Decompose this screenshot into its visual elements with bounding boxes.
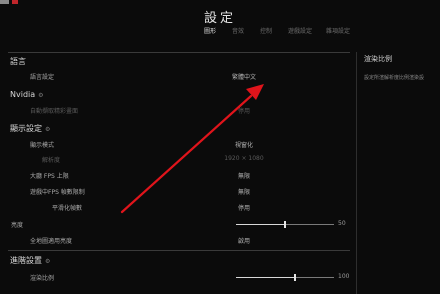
section-display: 顯示設定 ⚙	[10, 123, 50, 134]
row-label: 自動擷取精彩畫面	[30, 108, 79, 115]
section-divider	[8, 250, 350, 251]
smoothing-value[interactable]: 停用	[194, 203, 294, 212]
row-display-mode[interactable]: 顯示模式 視窗化	[8, 137, 350, 153]
row-label: 全地圖適用亮度	[30, 238, 73, 245]
render-scale-slider[interactable]	[236, 274, 334, 281]
tab-game-settings[interactable]: 遊戲設定	[288, 26, 312, 35]
brightness-value: 50	[338, 220, 346, 227]
corner-mark-red	[12, 0, 18, 4]
top-divider	[8, 52, 350, 53]
ingame-fps-value[interactable]: 無限	[194, 187, 294, 196]
tab-audio[interactable]: 音效	[232, 26, 244, 35]
language-value[interactable]: 繁體中文	[194, 72, 294, 81]
row-nvidia-highlights[interactable]: 自動擷取精彩畫面 停用	[8, 103, 350, 119]
tab-controls[interactable]: 控制	[260, 26, 272, 35]
section-nvidia: Nvidia ⚙	[10, 90, 44, 99]
panel-divider	[356, 52, 357, 294]
row-lobby-fps[interactable]: 大廳 FPS 上限 無限	[8, 168, 350, 184]
page-title: 設定	[203, 11, 236, 26]
info-icon[interactable]: ⚙	[45, 258, 50, 265]
section-advanced: 進階設置 ⚙	[10, 255, 50, 266]
row-label: 大廳 FPS 上限	[30, 173, 69, 180]
slider-fill	[236, 277, 295, 278]
info-icon[interactable]: ⚙	[38, 92, 43, 99]
row-label: 平滑化幀數	[52, 205, 83, 212]
row-label: 亮度	[11, 222, 24, 229]
row-resolution[interactable]: 解析度 1920 × 1080	[8, 152, 350, 168]
render-scale-value: 100	[338, 273, 350, 280]
row-label: 渲染比例	[30, 275, 55, 282]
row-map-brightness[interactable]: 全地圖適用亮度 啟用	[8, 233, 350, 249]
info-icon[interactable]: ⚙	[45, 126, 50, 133]
slider-thumb[interactable]	[284, 221, 286, 228]
slider-thumb[interactable]	[293, 274, 296, 281]
map-brightness-value[interactable]: 啟用	[194, 236, 294, 245]
info-panel-description: 設定所渲解析度比例渲染設	[364, 75, 425, 81]
row-ingame-fps[interactable]: 遊戲中FPS 幀數限制 無限	[8, 184, 350, 200]
lobby-fps-value[interactable]: 無限	[194, 171, 294, 180]
row-brightness[interactable]: 亮度 50	[8, 217, 350, 233]
corner-mark-gray	[0, 0, 9, 4]
slider-fill	[236, 224, 285, 225]
brightness-slider[interactable]	[236, 221, 334, 228]
row-render-scale[interactable]: 渲染比例 100	[8, 270, 350, 286]
highlights-value[interactable]: 停用	[194, 106, 294, 115]
tab-graphics[interactable]: 圖形	[204, 26, 216, 35]
row-language-setting[interactable]: 語言設定 繁體中文	[8, 69, 350, 85]
info-panel-title: 渲染比例	[364, 55, 392, 63]
section-language: 語言	[10, 56, 26, 67]
section-advanced-title: 進階設置	[10, 256, 42, 265]
row-label: 遊戲中FPS 幀數限制	[30, 189, 85, 196]
display-mode-value[interactable]: 視窗化	[194, 140, 294, 149]
section-language-title: 語言	[10, 57, 26, 66]
row-label: 語言設定	[30, 74, 55, 81]
row-frame-smoothing[interactable]: 平滑化幀數 停用	[8, 200, 350, 216]
tab-misc-settings[interactable]: 雜項設定	[326, 26, 350, 35]
settings-panel: 語言 語言設定 繁體中文 Nvidia ⚙ 自動擷取精彩畫面 停用 顯示設定 ⚙ 顯…	[8, 52, 350, 294]
resolution-value[interactable]: 1920 × 1080	[194, 155, 294, 162]
row-label: 顯示模式	[30, 142, 55, 149]
row-label: 解析度	[42, 157, 61, 164]
window-corner-marks	[0, 0, 28, 4]
section-display-title: 顯示設定	[10, 124, 42, 133]
section-nvidia-title: Nvidia	[10, 90, 36, 99]
